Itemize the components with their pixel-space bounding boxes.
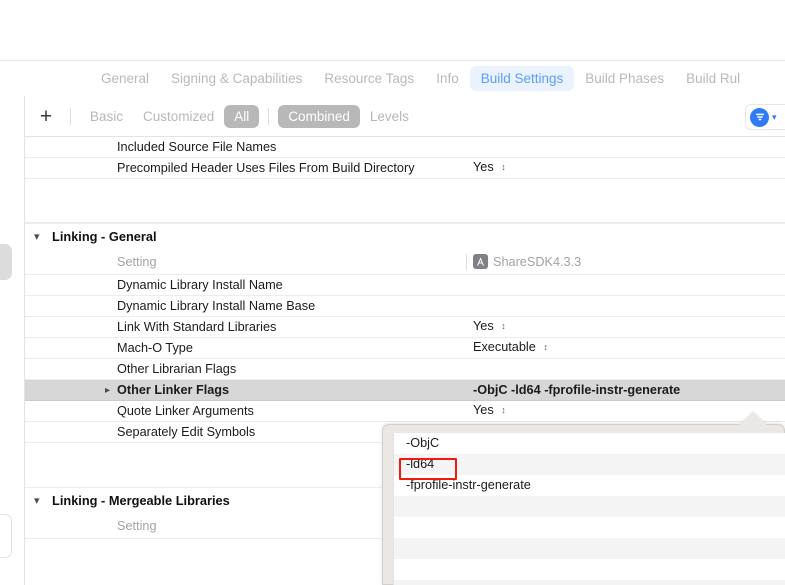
tab-general[interactable]: General [90,66,160,91]
list-item[interactable] [394,538,785,559]
target-name: ShareSDK4.3.3 [493,254,582,269]
tab-build-rules[interactable]: Build Rul [675,66,751,91]
popup-stepper-icon[interactable]: ↕ [501,319,506,334]
setting-value-text: Executable [473,340,536,354]
setting-value[interactable]: Yes ↕ [473,403,506,419]
column-header-row: Setting ShareSDK4.3.3 [25,249,785,275]
table-spacer [25,179,785,201]
setting-name: Link With Standard Libraries [117,319,277,334]
table-row[interactable]: Precompiled Header Uses Files From Build… [25,158,785,179]
table-row[interactable]: Link With Standard Libraries Yes ↕ [25,317,785,338]
table-row[interactable]: Dynamic Library Install Name Base [25,296,785,317]
popover-arrow [739,412,767,425]
setting-name: Included Source File Names [117,139,277,154]
tab-resource-tags[interactable]: Resource Tags [313,66,425,91]
chevron-down-icon: ▾ [772,111,777,122]
chevron-right-icon[interactable]: ▸ [105,383,110,398]
setting-name: Precompiled Header Uses Files From Build… [117,160,415,175]
list-item[interactable]: -ObjC [394,433,785,454]
list-item[interactable]: -fprofile-instr-generate [394,475,785,496]
list-item[interactable] [394,580,785,585]
mode-combined-button[interactable]: Combined [278,105,360,128]
toolbar-divider-1 [70,108,71,125]
filter-funnel-icon [750,107,769,127]
rail-chip-bottom [0,514,12,558]
rail-chip-top [0,244,12,280]
table-row[interactable]: Mach-O Type Executable ↕ [25,338,785,359]
setting-value-text: Yes [473,319,494,333]
setting-name: Dynamic Library Install Name Base [117,298,316,313]
tab-signing-capabilities[interactable]: Signing & Capabilities [160,66,313,91]
popup-stepper-icon[interactable]: ↕ [501,403,506,418]
column-header-setting: Setting [117,254,157,269]
tab-build-phases[interactable]: Build Phases [574,66,675,91]
setting-name: Mach-O Type [117,340,193,355]
setting-value[interactable]: Executable ↕ [473,340,548,356]
table-row[interactable]: Other Librarian Flags [25,359,785,380]
setting-value-text: Yes [473,403,494,417]
setting-name: Other Linker Flags [117,382,230,397]
filter-all-button[interactable]: All [224,105,260,128]
toolbar-divider-2 [268,108,270,125]
section-title: Linking - General [52,228,157,244]
list-item[interactable] [394,517,785,538]
linker-flags-list[interactable]: -ObjC -ld64 -fprofile-instr-generate [393,433,785,585]
column-header-setting: Setting [117,518,157,533]
mode-levels-button[interactable]: Levels [360,105,419,128]
table-spacer [25,201,785,223]
filter-basic-button[interactable]: Basic [80,105,133,128]
xcode-target-icon [473,254,488,269]
setting-value[interactable]: Yes ↕ [473,319,506,335]
list-item-ld64[interactable]: -ld64 [394,454,785,475]
chevron-down-icon[interactable]: ▾ [34,230,40,243]
list-item[interactable] [394,496,785,517]
section-title: Linking - Mergeable Libraries [52,492,230,508]
setting-name: Quote Linker Arguments [117,403,254,418]
column-header-target[interactable]: ShareSDK4.3.3 [473,254,581,270]
tab-build-settings[interactable]: Build Settings [469,66,575,91]
plus-icon[interactable]: + [31,103,61,131]
table-row[interactable]: Quote Linker Arguments Yes ↕ [25,401,785,422]
table-row[interactable]: Dynamic Library Install Name [25,275,785,296]
popup-stepper-icon[interactable]: ↕ [501,160,506,175]
setting-name: Separately Edit Symbols [117,424,256,439]
setting-name: Dynamic Library Install Name [117,277,283,292]
section-header[interactable]: ▾ Linking - General [25,223,785,249]
editor-tab-bar: General Signing & Capabilities Resource … [0,61,785,96]
list-item[interactable] [394,559,785,580]
xcode-build-settings-window: General Signing & Capabilities Resource … [0,0,785,585]
navigator-rail [0,96,16,585]
setting-value-text: Yes [473,160,494,174]
filter-customized-button[interactable]: Customized [133,105,224,128]
table-row[interactable]: Included Source File Names [25,137,785,158]
table-row-other-linker-flags[interactable]: ▸ Other Linker Flags -ObjC -ld64 -fprofi… [25,380,785,401]
chevron-down-icon[interactable]: ▾ [34,494,40,507]
search-filter-button[interactable]: ▾ [745,104,785,130]
popup-stepper-icon[interactable]: ↕ [543,340,548,355]
build-settings-toolbar: + Basic Customized All Combined Levels [25,97,785,136]
setting-value[interactable]: Yes ↕ [473,160,506,176]
linker-flags-popover[interactable]: -ObjC -ld64 -fprofile-instr-generate [382,412,785,585]
column-divider [466,254,467,270]
section-linking-general: ▾ Linking - General Setting ShareSDK4.3.… [25,223,785,443]
setting-name: Other Librarian Flags [117,361,237,376]
setting-value[interactable]: -ObjC -ld64 -fprofile-instr-generate [473,383,680,398]
window-top-area [0,0,785,60]
tab-info[interactable]: Info [425,66,470,91]
